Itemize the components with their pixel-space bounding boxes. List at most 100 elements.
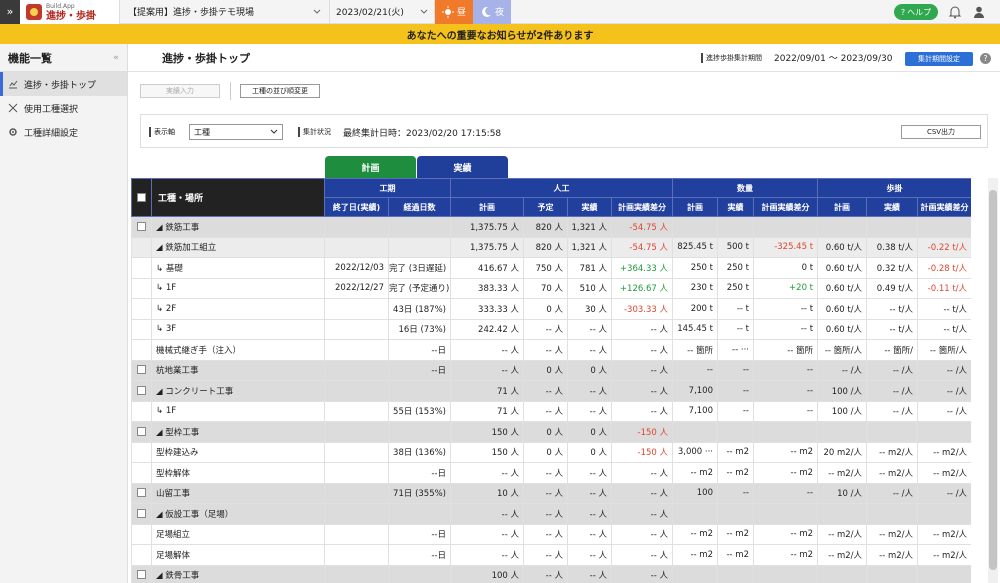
- row-checkbox[interactable]: [137, 426, 146, 436]
- row-select-cell[interactable]: [131, 544, 152, 566]
- expand-menu-button[interactable]: »: [0, 0, 20, 24]
- row-checkbox[interactable]: [137, 385, 146, 395]
- help-button[interactable]: ? ヘルプ: [894, 4, 938, 20]
- row-select-cell[interactable]: [131, 380, 152, 402]
- row-name[interactable]: ◢ コンクリート工事: [151, 380, 325, 402]
- row-name[interactable]: 足場組立: [151, 523, 325, 545]
- row-checkbox[interactable]: [137, 365, 146, 375]
- row-select-cell[interactable]: [131, 523, 152, 545]
- row-name[interactable]: 機械式継ぎ手（注入）: [151, 339, 325, 361]
- question-icon[interactable]: ?: [980, 53, 991, 64]
- row-select-cell[interactable]: [131, 339, 152, 361]
- table-row[interactable]: ◢ コンクリート工事 71 人 -- 人 -- 人 -- 人 7,100 -- -- 100 /…: [131, 380, 971, 402]
- table-row[interactable]: ↳ 1F 55日 (153%) 71 人 -- 人 -- 人 -- 人 7,100 -- -- 1…: [131, 400, 971, 422]
- row-name[interactable]: 足場解体: [151, 544, 325, 566]
- scrollbar-thumb[interactable]: [989, 190, 997, 570]
- tab-actual[interactable]: 実績: [417, 156, 508, 178]
- row-select-cell[interactable]: [131, 564, 152, 583]
- table-row[interactable]: ◢ 鉄筋工事 1,375.75 人 820 人 1,321 人 -54.75 人: [131, 216, 971, 238]
- table-row[interactable]: ◢ 鉄筋加工組立 1,375.75 人 820 人 1,321 人 -54.75 人 82…: [131, 236, 971, 258]
- row-select-cell[interactable]: [131, 359, 152, 381]
- app-logo[interactable]: Build.App 進捗・歩掛: [20, 0, 120, 24]
- col-header: 計画: [672, 197, 718, 217]
- night-shift-toggle[interactable]: 夜: [473, 0, 511, 24]
- row-select-cell[interactable]: [131, 257, 152, 279]
- row-select-cell[interactable]: [131, 421, 152, 443]
- sidebar-item-detail-settings[interactable]: 工種詳細設定: [0, 120, 127, 144]
- table-row[interactable]: ↳ 基礎 2022/12/03 完了 (3日遅延) 416.67 人 750 人 781 …: [131, 257, 971, 279]
- row-checkbox[interactable]: [137, 488, 146, 498]
- table-row[interactable]: ◢ 型枠工事 150 人0 人0 人 -150 人: [131, 421, 971, 443]
- row-name[interactable]: ↳ 3F: [151, 318, 325, 340]
- row-name[interactable]: ◢ 鉄筋加工組立: [151, 236, 325, 258]
- axis-select[interactable]: 工種: [189, 124, 283, 140]
- row-select-cell[interactable]: [131, 441, 152, 463]
- row-checkbox[interactable]: [137, 221, 146, 231]
- sidebar-item-top[interactable]: 進捗・歩掛トップ: [0, 72, 127, 96]
- tab-plan[interactable]: 計画: [325, 156, 416, 178]
- table-row[interactable]: 足場解体 --日 -- 人 -- 人 -- 人 -- 人 -- m2 -- m2 -- m2 --…: [131, 544, 971, 566]
- row-checkbox[interactable]: [137, 508, 146, 518]
- table-cell: -- 人: [523, 523, 568, 545]
- day-shift-toggle[interactable]: 昼: [435, 0, 473, 24]
- table-row[interactable]: 機械式継ぎ手（注入） --日 -- 人 -- 人 -- 人 -- 人 -- 箇所 -- ···…: [131, 339, 971, 361]
- collapse-icon[interactable]: «: [113, 53, 119, 63]
- table-cell: --: [717, 380, 754, 402]
- notice-banner[interactable]: あなたへの重要なお知らせが2件あります: [0, 24, 1000, 44]
- row-name[interactable]: ↳ 1F: [151, 400, 325, 422]
- row-name[interactable]: 山留工事: [151, 482, 325, 504]
- table-cell: 0.49 t/人: [866, 277, 919, 299]
- row-select-cell[interactable]: [131, 236, 152, 258]
- sidebar-item-select-work[interactable]: 使用工種選択: [0, 96, 127, 120]
- reorder-button[interactable]: 工種の並び順変更: [240, 84, 320, 98]
- table-row[interactable]: 杭地業工事 --日 -- 人0 人0 人 -- 人 -- -- -- -- /人 -- /人 --…: [131, 359, 971, 381]
- row-name[interactable]: 杭地業工事: [151, 359, 325, 381]
- period-settings-button[interactable]: 集計期間設定: [905, 52, 973, 66]
- table-cell: -- m2: [752, 544, 819, 566]
- table-cell: [324, 318, 389, 340]
- table-cell: -- 箇所/人: [817, 339, 868, 361]
- row-name[interactable]: ↳ 1F: [151, 277, 325, 299]
- row-select-cell[interactable]: [131, 216, 152, 238]
- date-select[interactable]: 2023/02/21(火): [330, 0, 435, 24]
- table-row[interactable]: ↳ 2F 43日 (187%) 333.33 人0 人 30 人 -303.33 人 20…: [131, 298, 971, 320]
- table-row[interactable]: ◢ 鉄骨工事 100 人 -- 人 -- 人 -- 人: [131, 564, 971, 583]
- col-header: 予定: [523, 197, 568, 217]
- row-name[interactable]: ↳ 2F: [151, 298, 325, 320]
- user-icon[interactable]: [972, 5, 986, 19]
- row-name[interactable]: ↳ 基礎: [151, 257, 325, 279]
- bulk-input-button[interactable]: 実績入力: [140, 84, 220, 98]
- row-select-cell[interactable]: [131, 277, 152, 299]
- row-checkbox[interactable]: [137, 570, 146, 580]
- table-row[interactable]: ↳ 3F 16日 (73%) 242.42 人 -- 人 -- 人 -- 人 145.45 …: [131, 318, 971, 340]
- row-select-cell[interactable]: [131, 298, 152, 320]
- table-row[interactable]: 足場組立 --日 -- 人 -- 人 -- 人 -- 人 -- m2 -- m2 -- m2 --…: [131, 523, 971, 545]
- table-cell: -- /人: [866, 400, 919, 422]
- table-row[interactable]: 山留工事 71日 (355%) 10 人 -- 人 -- 人 -- 人 100 -- -- 10 …: [131, 482, 971, 504]
- select-all-checkbox[interactable]: [137, 193, 146, 202]
- table-cell: -- 人: [450, 462, 524, 484]
- table-row[interactable]: 型枠建込み 38日 (136%) 150 人0 人0 人 -150 人 3,000 ··…: [131, 441, 971, 463]
- table-cell: [324, 523, 389, 545]
- table-scrollbar[interactable]: [988, 178, 998, 583]
- table-row[interactable]: ↳ 1F 2022/12/27 完了 (予定通り) 383.33 人 70 人 510 人…: [131, 277, 971, 299]
- row-select-cell[interactable]: [131, 318, 152, 340]
- row-name[interactable]: ◢ 仮設工事（足場）: [151, 503, 325, 525]
- bell-icon[interactable]: [948, 5, 962, 19]
- row-name[interactable]: 型枠解体: [151, 462, 325, 484]
- row-name[interactable]: ◢ 型枠工事: [151, 421, 325, 443]
- table-row[interactable]: ◢ 仮設工事（足場） -- 人 -- 人 -- 人 -- 人: [131, 503, 971, 525]
- row-name[interactable]: ◢ 鉄筋工事: [151, 216, 325, 238]
- row-select-cell[interactable]: [131, 400, 152, 422]
- row-select-cell[interactable]: [131, 462, 152, 484]
- row-select-cell[interactable]: [131, 482, 152, 504]
- csv-export-button[interactable]: CSV出力: [901, 125, 981, 139]
- select-all-cell[interactable]: [131, 178, 152, 217]
- project-select[interactable]: 【提案用】進捗・歩掛テモ現場: [120, 0, 330, 24]
- row-select-cell[interactable]: [131, 503, 152, 525]
- period-range: 2022/09/01 ～ 2023/09/30: [774, 54, 893, 64]
- row-name[interactable]: ◢ 鉄骨工事: [151, 564, 325, 583]
- table-row[interactable]: 型枠解体 --日 -- 人 -- 人 -- 人 -- 人 -- m2 -- m2 -- m2 --…: [131, 462, 971, 484]
- row-name[interactable]: 型枠建込み: [151, 441, 325, 463]
- table-cell: -- t/人: [917, 318, 971, 340]
